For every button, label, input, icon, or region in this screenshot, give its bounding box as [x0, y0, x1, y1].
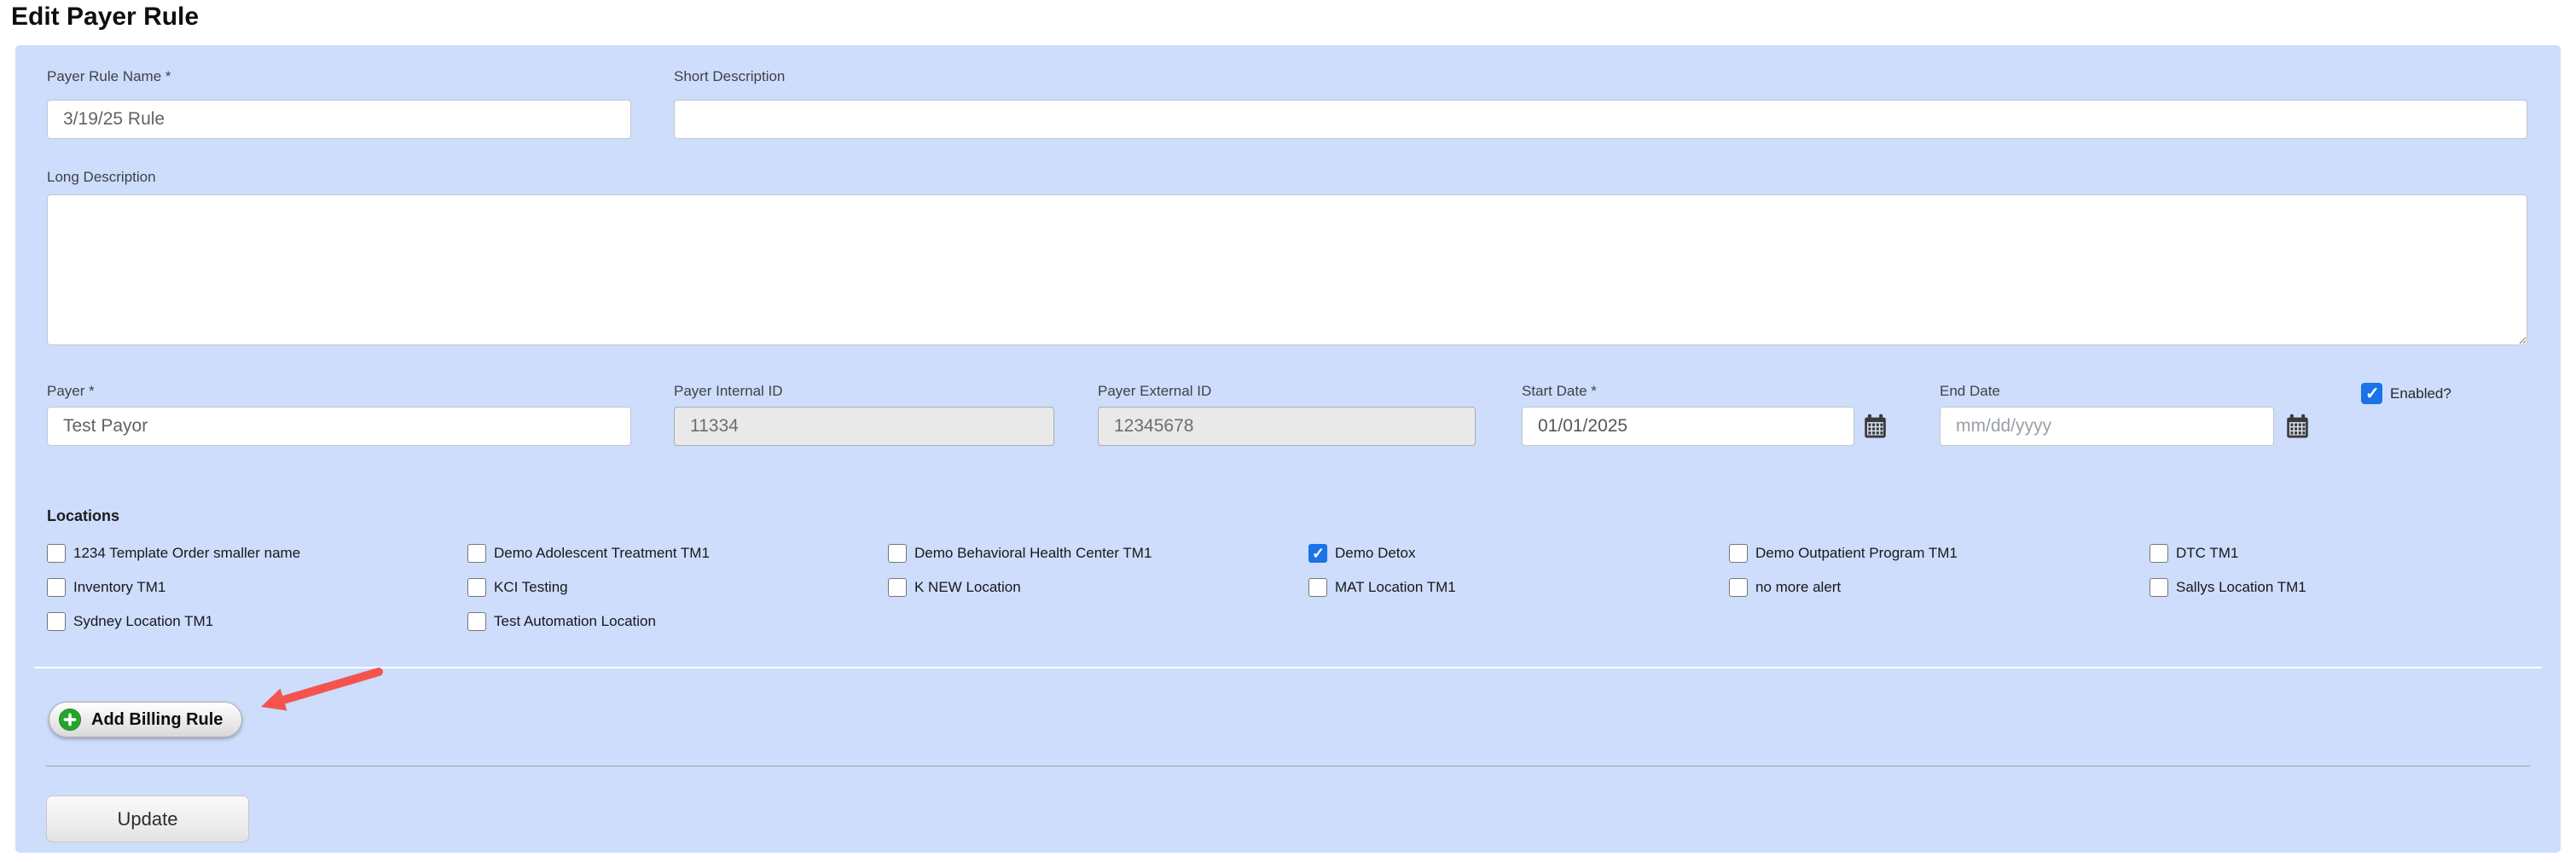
checkbox-icon[interactable]: [1308, 578, 1327, 597]
enabled-checkbox-item[interactable]: Enabled?: [2361, 383, 2451, 404]
location-label: Sallys Location TM1: [2176, 579, 2306, 596]
location-label: Demo Behavioral Health Center TM1: [914, 545, 1152, 562]
checkbox-icon[interactable]: [467, 544, 486, 563]
divider: [34, 667, 2542, 668]
checkbox-icon[interactable]: [467, 612, 486, 631]
locations-grid: 1234 Template Order smaller name Demo Ado…: [47, 544, 2570, 631]
short-description-label: Short Description: [674, 68, 785, 85]
payer-label: Payer *: [47, 383, 95, 400]
checkbox-icon[interactable]: [2150, 544, 2168, 563]
payer-rule-form-panel: Payer Rule Name * Short Description Long…: [15, 45, 2561, 853]
checkbox-icon[interactable]: [467, 578, 486, 597]
payer-rule-name-input[interactable]: [47, 100, 631, 139]
enabled-label: Enabled?: [2390, 385, 2451, 402]
locations-heading: Locations: [47, 507, 119, 525]
plus-circle-icon: [58, 708, 82, 732]
location-label: Demo Outpatient Program TM1: [1755, 545, 1958, 562]
checkbox-icon[interactable]: [47, 612, 66, 631]
checkbox-icon[interactable]: [888, 578, 907, 597]
location-label: Demo Detox: [1335, 545, 1415, 562]
location-label: MAT Location TM1: [1335, 579, 1456, 596]
location-checkbox-item[interactable]: Inventory TM1: [47, 578, 467, 597]
start-date-label: Start Date *: [1522, 383, 1597, 400]
page-title: Edit Payer Rule: [11, 3, 199, 32]
calendar-icon[interactable]: [1864, 414, 1887, 439]
location-checkbox-item[interactable]: Sydney Location TM1: [47, 612, 467, 631]
location-checkbox-item[interactable]: no more alert: [1729, 578, 2150, 597]
long-description-textarea[interactable]: [47, 194, 2527, 345]
long-description-label: Long Description: [47, 169, 156, 186]
update-button[interactable]: Update: [46, 795, 249, 842]
add-billing-rule-button[interactable]: Add Billing Rule: [49, 702, 242, 738]
location-checkbox-item[interactable]: Test Automation Location: [467, 612, 888, 631]
checkbox-icon[interactable]: [1729, 578, 1748, 597]
location-label: 1234 Template Order smaller name: [73, 545, 300, 562]
payer-external-id-label: Payer External ID: [1098, 383, 1211, 400]
edit-payer-rule-page: Edit Payer Rule Payer Rule Name * Short …: [0, 0, 2576, 862]
location-checkbox-item[interactable]: KCI Testing: [467, 578, 888, 597]
location-checkbox-item[interactable]: Sallys Location TM1: [2150, 578, 2570, 597]
location-checkbox-item[interactable]: Demo Behavioral Health Center TM1: [888, 544, 1308, 563]
add-billing-rule-label: Add Billing Rule: [91, 710, 223, 730]
location-label: Demo Adolescent Treatment TM1: [494, 545, 710, 562]
checkbox-icon[interactable]: [47, 544, 66, 563]
location-label: Inventory TM1: [73, 579, 165, 596]
short-description-input[interactable]: [674, 100, 2527, 139]
calendar-icon[interactable]: [2286, 414, 2309, 439]
location-checkbox-item[interactable]: Demo Adolescent Treatment TM1: [467, 544, 888, 563]
payer-external-id-input: [1098, 407, 1476, 446]
payer-internal-id-input: [674, 407, 1054, 446]
location-label: KCI Testing: [494, 579, 568, 596]
location-checkbox-item[interactable]: K NEW Location: [888, 578, 1308, 597]
end-date-input[interactable]: [1940, 407, 2274, 446]
end-date-label: End Date: [1940, 383, 2000, 400]
payer-internal-id-label: Payer Internal ID: [674, 383, 783, 400]
checkbox-icon[interactable]: [1308, 544, 1327, 563]
checkbox-icon[interactable]: [2150, 578, 2168, 597]
start-date-input[interactable]: [1522, 407, 1854, 446]
location-label: Sydney Location TM1: [73, 613, 213, 630]
location-checkbox-item[interactable]: Demo Outpatient Program TM1: [1729, 544, 2150, 563]
divider: [46, 766, 2530, 767]
location-checkbox-item[interactable]: DTC TM1: [2150, 544, 2570, 563]
payer-rule-name-label: Payer Rule Name *: [47, 68, 171, 85]
checkbox-icon[interactable]: [1729, 544, 1748, 563]
red-arrow-annotation: [244, 640, 393, 721]
location-checkbox-item[interactable]: 1234 Template Order smaller name: [47, 544, 467, 563]
location-label: Test Automation Location: [494, 613, 656, 630]
location-label: no more alert: [1755, 579, 1841, 596]
location-label: DTC TM1: [2176, 545, 2238, 562]
location-checkbox-item[interactable]: MAT Location TM1: [1308, 578, 1729, 597]
enabled-checkbox[interactable]: [2361, 383, 2382, 404]
location-checkbox-item[interactable]: Demo Detox: [1308, 544, 1729, 563]
checkbox-icon[interactable]: [888, 544, 907, 563]
payer-input[interactable]: [47, 407, 631, 446]
checkbox-icon[interactable]: [47, 578, 66, 597]
location-label: K NEW Location: [914, 579, 1021, 596]
